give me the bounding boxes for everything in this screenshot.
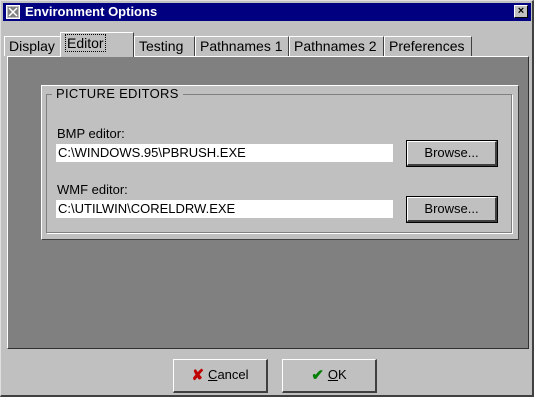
wmf-editor-field[interactable] xyxy=(56,200,393,218)
tab-testing[interactable]: Testing xyxy=(134,36,195,56)
tab-pathnames-2[interactable]: Pathnames 2 xyxy=(289,36,384,56)
window-title: Environment Options xyxy=(25,4,158,19)
ok-label: K xyxy=(338,367,347,382)
close-button[interactable]: × xyxy=(514,5,528,18)
tab-pathnames-1[interactable]: Pathnames 1 xyxy=(195,36,289,56)
ok-button[interactable]: ✔ OK xyxy=(282,359,377,393)
browse-button-label: Browse... xyxy=(424,145,479,160)
tab-strip: Display Editor Testing Pathnames 1 Pathn… xyxy=(1,32,534,57)
check-icon: ✔ xyxy=(311,367,324,384)
environment-options-window: Environment Options × Display Editor Tes… xyxy=(0,0,534,397)
wmf-browse-button[interactable]: Browse... xyxy=(406,196,498,223)
tab-preferences[interactable]: Preferences xyxy=(384,36,472,56)
tab-label: Pathnames 2 xyxy=(294,38,377,54)
close-icon: × xyxy=(517,5,525,17)
tab-editor[interactable]: Editor xyxy=(60,32,134,57)
tab-display[interactable]: Display xyxy=(4,36,61,56)
wmf-editor-label: WMF editor: xyxy=(57,182,128,197)
bmp-editor-label: BMP editor: xyxy=(57,126,125,141)
tab-label: Display xyxy=(9,38,55,54)
browse-button-label: Browse... xyxy=(424,201,479,216)
bmp-browse-button[interactable]: Browse... xyxy=(406,140,498,167)
bmp-editor-field[interactable] xyxy=(56,144,393,162)
tab-label: Pathnames 1 xyxy=(200,38,283,54)
tab-label: Editor xyxy=(65,34,106,52)
tab-label: Preferences xyxy=(389,38,465,54)
app-icon xyxy=(6,5,20,19)
editor-tab-panel: PICTURE EDITORS BMP editor: Browse... WM… xyxy=(7,56,529,349)
title-bar[interactable]: Environment Options × xyxy=(3,3,531,21)
group-title: PICTURE EDITORS xyxy=(52,86,183,102)
cancel-label: ancel xyxy=(217,367,249,382)
tab-label: Testing xyxy=(139,38,184,54)
picture-editors-group: PICTURE EDITORS BMP editor: Browse... WM… xyxy=(41,85,519,240)
x-icon: ✘ xyxy=(191,367,205,384)
ok-accel: O xyxy=(327,367,339,382)
cancel-button[interactable]: ✘ Cancel xyxy=(173,359,268,393)
